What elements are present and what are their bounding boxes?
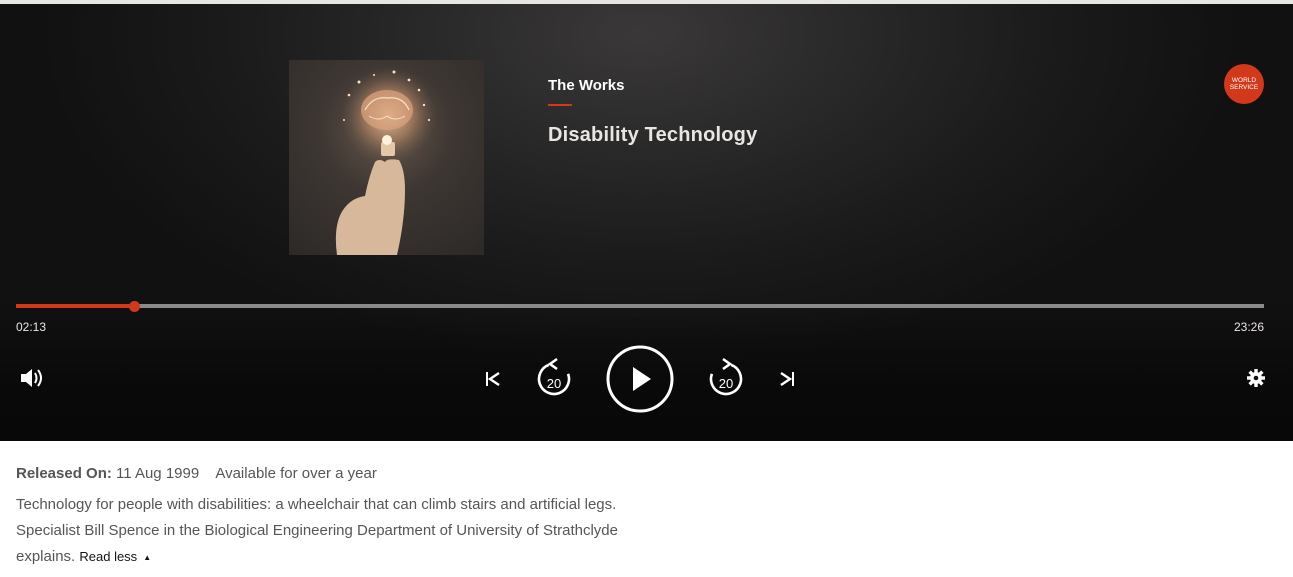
released-label: Released On: [16, 465, 112, 482]
speaker-icon [21, 369, 42, 387]
total-duration: 23:26 [1233, 320, 1264, 334]
world-service-logo[interactable]: WORLD SERVICE [1224, 64, 1264, 104]
rewind-20-button[interactable]: 20 [533, 356, 575, 400]
show-title[interactable]: The Works [548, 77, 624, 94]
read-less-button[interactable]: Read less ▲ [79, 549, 151, 564]
release-info: Released On: 11 Aug 1999 Available for o… [16, 465, 636, 482]
gear-icon [1247, 369, 1265, 387]
availability: Available for over a year [215, 465, 377, 482]
rewind-seconds-label: 20 [547, 376, 561, 391]
previous-button[interactable] [480, 366, 506, 392]
episode-title: Disability Technology [548, 124, 758, 146]
skip-previous-icon [486, 372, 500, 386]
play-button[interactable] [605, 344, 675, 414]
fast-forward-icon: 20 [709, 357, 743, 396]
volume-button[interactable] [16, 362, 48, 394]
progress-fill [16, 304, 135, 308]
progress-slider[interactable] [16, 301, 1264, 312]
triangle-up-icon: ▲ [143, 552, 152, 562]
forward-20-button[interactable]: 20 [705, 356, 747, 400]
skip-next-icon [780, 372, 794, 386]
episode-description: Technology for people with disabilities:… [16, 492, 636, 571]
episode-artwork [289, 60, 484, 255]
progress-handle[interactable] [129, 301, 141, 312]
episode-details: Released On: 11 Aug 1999 Available for o… [16, 465, 636, 571]
play-icon [606, 345, 674, 413]
released-date: 11 Aug 1999 [116, 465, 200, 482]
next-button[interactable] [774, 366, 800, 392]
rewind-icon: 20 [537, 357, 571, 396]
progress-track[interactable] [16, 304, 1264, 308]
title-accent-divider [548, 104, 572, 106]
elapsed-time: 02:13 [16, 320, 47, 334]
settings-button[interactable] [1243, 365, 1269, 391]
forward-seconds-label: 20 [719, 376, 733, 391]
audio-player: The Works Disability Technology WORLD SE… [0, 4, 1293, 441]
read-less-label: Read less [79, 549, 138, 564]
